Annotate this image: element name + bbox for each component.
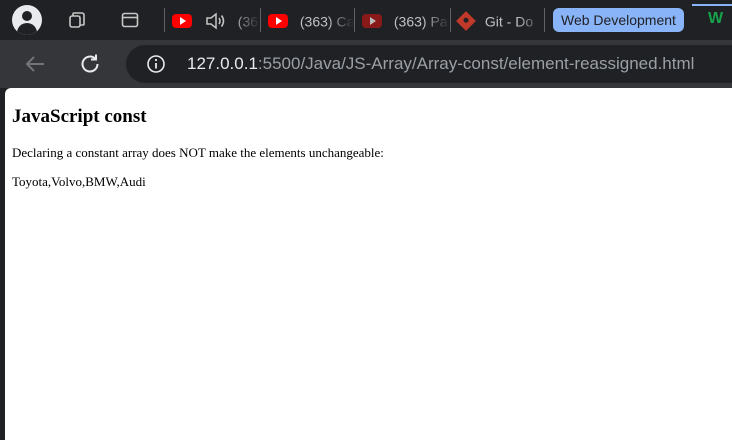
tab-git-docs[interactable]: Git - Do	[456, 6, 544, 34]
tab-title: (363) Pa	[393, 13, 448, 30]
page-viewport: JavaScript const Declaring a constant ar…	[5, 88, 732, 440]
tab-separator	[450, 8, 451, 32]
tab-separator	[544, 8, 545, 32]
profile-avatar-icon[interactable]	[12, 5, 42, 35]
tab-title: (363) Ca	[299, 13, 354, 30]
vertical-tabs-icon[interactable]	[120, 10, 140, 30]
tab-separator	[260, 8, 261, 32]
url-host: 127.0.0.1	[187, 54, 258, 73]
reload-icon[interactable]	[78, 52, 102, 76]
browser-toolbar: 127.0.0.1:5500/Java/JS-Array/Array-const…	[0, 40, 732, 88]
site-info-icon[interactable]	[146, 54, 166, 74]
browser-window: (36 (363) Ca (363) Pa Git - Do Web Devel…	[0, 0, 732, 440]
tab-strip: (36 (363) Ca (363) Pa Git - Do Web Devel…	[0, 0, 732, 40]
tab-youtube-2[interactable]: (363) Ca	[268, 6, 354, 34]
tab-separator	[164, 8, 165, 32]
url-text[interactable]: 127.0.0.1:5500/Java/JS-Array/Array-const…	[187, 45, 694, 83]
page-heading: JavaScript const	[12, 106, 147, 127]
webflow-favicon-icon[interactable]: W	[708, 9, 723, 29]
youtube-icon	[362, 14, 382, 29]
youtube-icon	[172, 14, 192, 29]
address-bar[interactable]: 127.0.0.1:5500/Java/JS-Array/Array-const…	[126, 45, 732, 83]
tab-separator	[354, 8, 355, 32]
git-icon	[456, 11, 476, 32]
tab-title: Git - Do	[484, 13, 534, 30]
youtube-icon	[268, 14, 288, 29]
url-path: :5500/Java/JS-Array/Array-const/element-…	[257, 54, 695, 73]
tab-group-label[interactable]: Web Development	[553, 8, 684, 32]
back-arrow-icon[interactable]	[23, 52, 47, 76]
tab-group-indicator	[692, 4, 732, 6]
array-output: Toyota,Volvo,BMW,Audi	[12, 174, 146, 189]
tab-title: (36	[237, 13, 259, 30]
tab-youtube-1[interactable]: (36	[172, 6, 260, 34]
page-paragraph: Declaring a constant array does NOT make…	[12, 145, 384, 160]
speaker-icon[interactable]	[204, 11, 226, 31]
tab-youtube-3[interactable]: (363) Pa	[362, 6, 450, 34]
workspaces-icon[interactable]	[67, 10, 87, 30]
